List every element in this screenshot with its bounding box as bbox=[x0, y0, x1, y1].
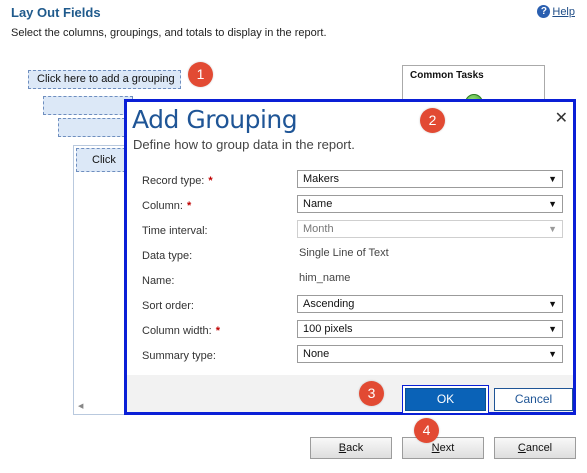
close-icon[interactable]: ✕ bbox=[555, 111, 568, 127]
summary-type-select[interactable]: None ▼ bbox=[297, 345, 563, 363]
add-grouping-placeholder[interactable]: Click here to add a grouping bbox=[28, 70, 181, 89]
column-width-label: Column width: * bbox=[142, 325, 220, 337]
step-marker-4: 4 bbox=[414, 418, 439, 443]
record-type-label: Record type: * bbox=[142, 175, 213, 187]
chevron-down-icon: ▼ bbox=[548, 199, 557, 209]
time-interval-label: Time interval: bbox=[142, 225, 208, 237]
time-interval-select: Month ▼ bbox=[297, 220, 563, 238]
help-label: Help bbox=[552, 5, 575, 18]
page-title: Lay Out Fields bbox=[11, 5, 101, 20]
required-mark: * bbox=[215, 325, 220, 337]
column-select[interactable]: Name ▼ bbox=[297, 195, 563, 213]
record-type-select[interactable]: Makers ▼ bbox=[297, 170, 563, 188]
required-mark: * bbox=[208, 175, 213, 187]
step-marker-1: 1 bbox=[188, 62, 213, 87]
common-tasks-title: Common Tasks bbox=[410, 70, 484, 81]
back-button[interactable]: Back bbox=[310, 437, 392, 459]
page-subtitle: Select the columns, groupings, and total… bbox=[11, 27, 327, 39]
step-marker-3: 3 bbox=[359, 381, 384, 406]
data-type-label: Data type: bbox=[142, 250, 193, 262]
ok-button[interactable]: OK bbox=[405, 388, 486, 411]
grouping-slot-2[interactable] bbox=[43, 96, 133, 115]
scroll-left-icon[interactable]: ◀ bbox=[78, 402, 83, 410]
sort-order-select[interactable]: Ascending ▼ bbox=[297, 295, 563, 313]
dialog-subtitle: Define how to group data in the report. bbox=[133, 137, 355, 152]
next-button[interactable]: Next bbox=[402, 437, 484, 459]
cancel-button[interactable]: Cancel bbox=[494, 437, 576, 459]
column-width-select[interactable]: 100 pixels ▼ bbox=[297, 320, 563, 338]
step-marker-2: 2 bbox=[420, 108, 445, 133]
dialog-title: Add Grouping bbox=[132, 105, 298, 134]
help-icon: ? bbox=[537, 5, 551, 18]
sort-order-label: Sort order: bbox=[142, 300, 194, 312]
help-link[interactable]: ? Help bbox=[537, 5, 575, 18]
dialog-cancel-button[interactable]: Cancel bbox=[494, 388, 573, 411]
required-mark: * bbox=[186, 200, 192, 212]
name-value: him_name bbox=[299, 272, 351, 284]
chevron-down-icon: ▼ bbox=[548, 299, 557, 309]
summary-type-label: Summary type: bbox=[142, 350, 216, 362]
add-grouping-dialog: Add Grouping Define how to group data in… bbox=[124, 99, 576, 415]
chevron-down-icon: ▼ bbox=[548, 349, 557, 359]
chevron-down-icon: ▼ bbox=[548, 174, 557, 184]
chevron-down-icon: ▼ bbox=[548, 324, 557, 334]
name-label: Name: bbox=[142, 275, 175, 287]
data-type-value: Single Line of Text bbox=[299, 247, 389, 259]
grouping-slot-3[interactable] bbox=[58, 118, 130, 137]
chevron-down-icon: ▼ bbox=[548, 224, 557, 234]
column-label: Column: * bbox=[142, 200, 192, 212]
